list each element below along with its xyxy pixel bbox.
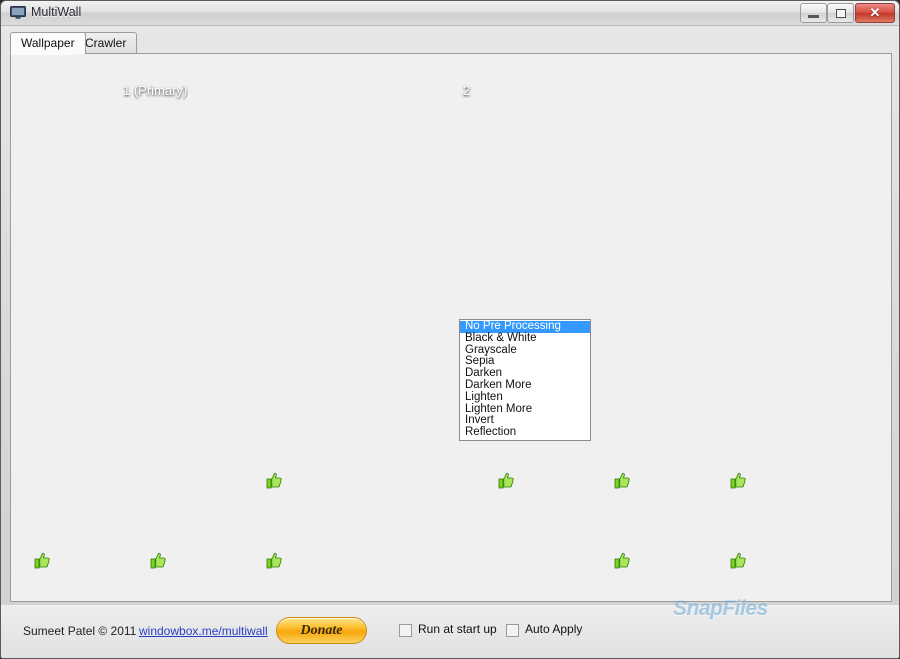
dropdown-option-black-white[interactable]: Black & White	[460, 332, 590, 345]
multiwall-window: MultiWall ✕ Wallpaper Crawler 1 (Primary…	[0, 0, 900, 659]
thumbs-up-icon	[614, 472, 630, 489]
donate-button[interactable]: Donate	[276, 617, 367, 644]
monitor-1-label: 1 (Primary)	[123, 83, 188, 98]
tab-seam	[11, 53, 73, 55]
run-at-startup-label: Run at start up	[418, 622, 497, 636]
auto-apply-label: Auto Apply	[525, 622, 583, 636]
copyright-text: Sumeet Patel © 2011	[23, 624, 137, 638]
thumbs-up-icon	[498, 472, 514, 489]
donate-label: Donate	[300, 623, 343, 638]
dropdown-option-reflection[interactable]: Reflection	[460, 426, 590, 439]
tab-strip: Wallpaper Crawler	[10, 32, 892, 54]
checkbox-box	[506, 624, 519, 637]
tab-crawler-label: Crawler	[85, 36, 127, 50]
thumbs-up-icon	[266, 552, 282, 569]
dropdown-option-darken-more[interactable]: Darken More	[460, 379, 590, 392]
checkbox-box	[399, 624, 412, 637]
maximize-button[interactable]	[827, 3, 854, 23]
preprocessing-dropdown-list[interactable]: No Pre Processing Black & White Grayscale S…	[459, 319, 591, 441]
monitor-2-label: 2	[463, 83, 471, 98]
tab-page	[10, 53, 892, 602]
close-icon: ✕	[869, 5, 881, 20]
minimize-button[interactable]	[800, 3, 827, 23]
thumbs-up-icon	[614, 552, 630, 569]
footer-bar: Sumeet Patel © 2011 windowbox.me/multiwa…	[1, 605, 899, 658]
tab-wallpaper-label: Wallpaper	[21, 36, 75, 50]
minimize-icon	[801, 4, 826, 22]
tab-wallpaper[interactable]: Wallpaper	[10, 32, 86, 54]
restore-icon	[828, 4, 853, 22]
close-button[interactable]: ✕	[855, 3, 895, 23]
thumbs-up-icon	[730, 472, 746, 489]
window-title: MultiWall	[31, 5, 82, 19]
thumbs-up-icon	[730, 552, 746, 569]
thumbs-up-icon	[266, 472, 282, 489]
monitor-icon	[10, 6, 26, 19]
website-link[interactable]: windowbox.me/multiwall	[139, 624, 268, 638]
thumbs-up-icon	[150, 552, 166, 569]
title-bar[interactable]: MultiWall ✕	[1, 1, 899, 26]
dropdown-option-lighten[interactable]: Lighten	[460, 391, 590, 404]
thumbs-up-icon	[34, 552, 50, 569]
